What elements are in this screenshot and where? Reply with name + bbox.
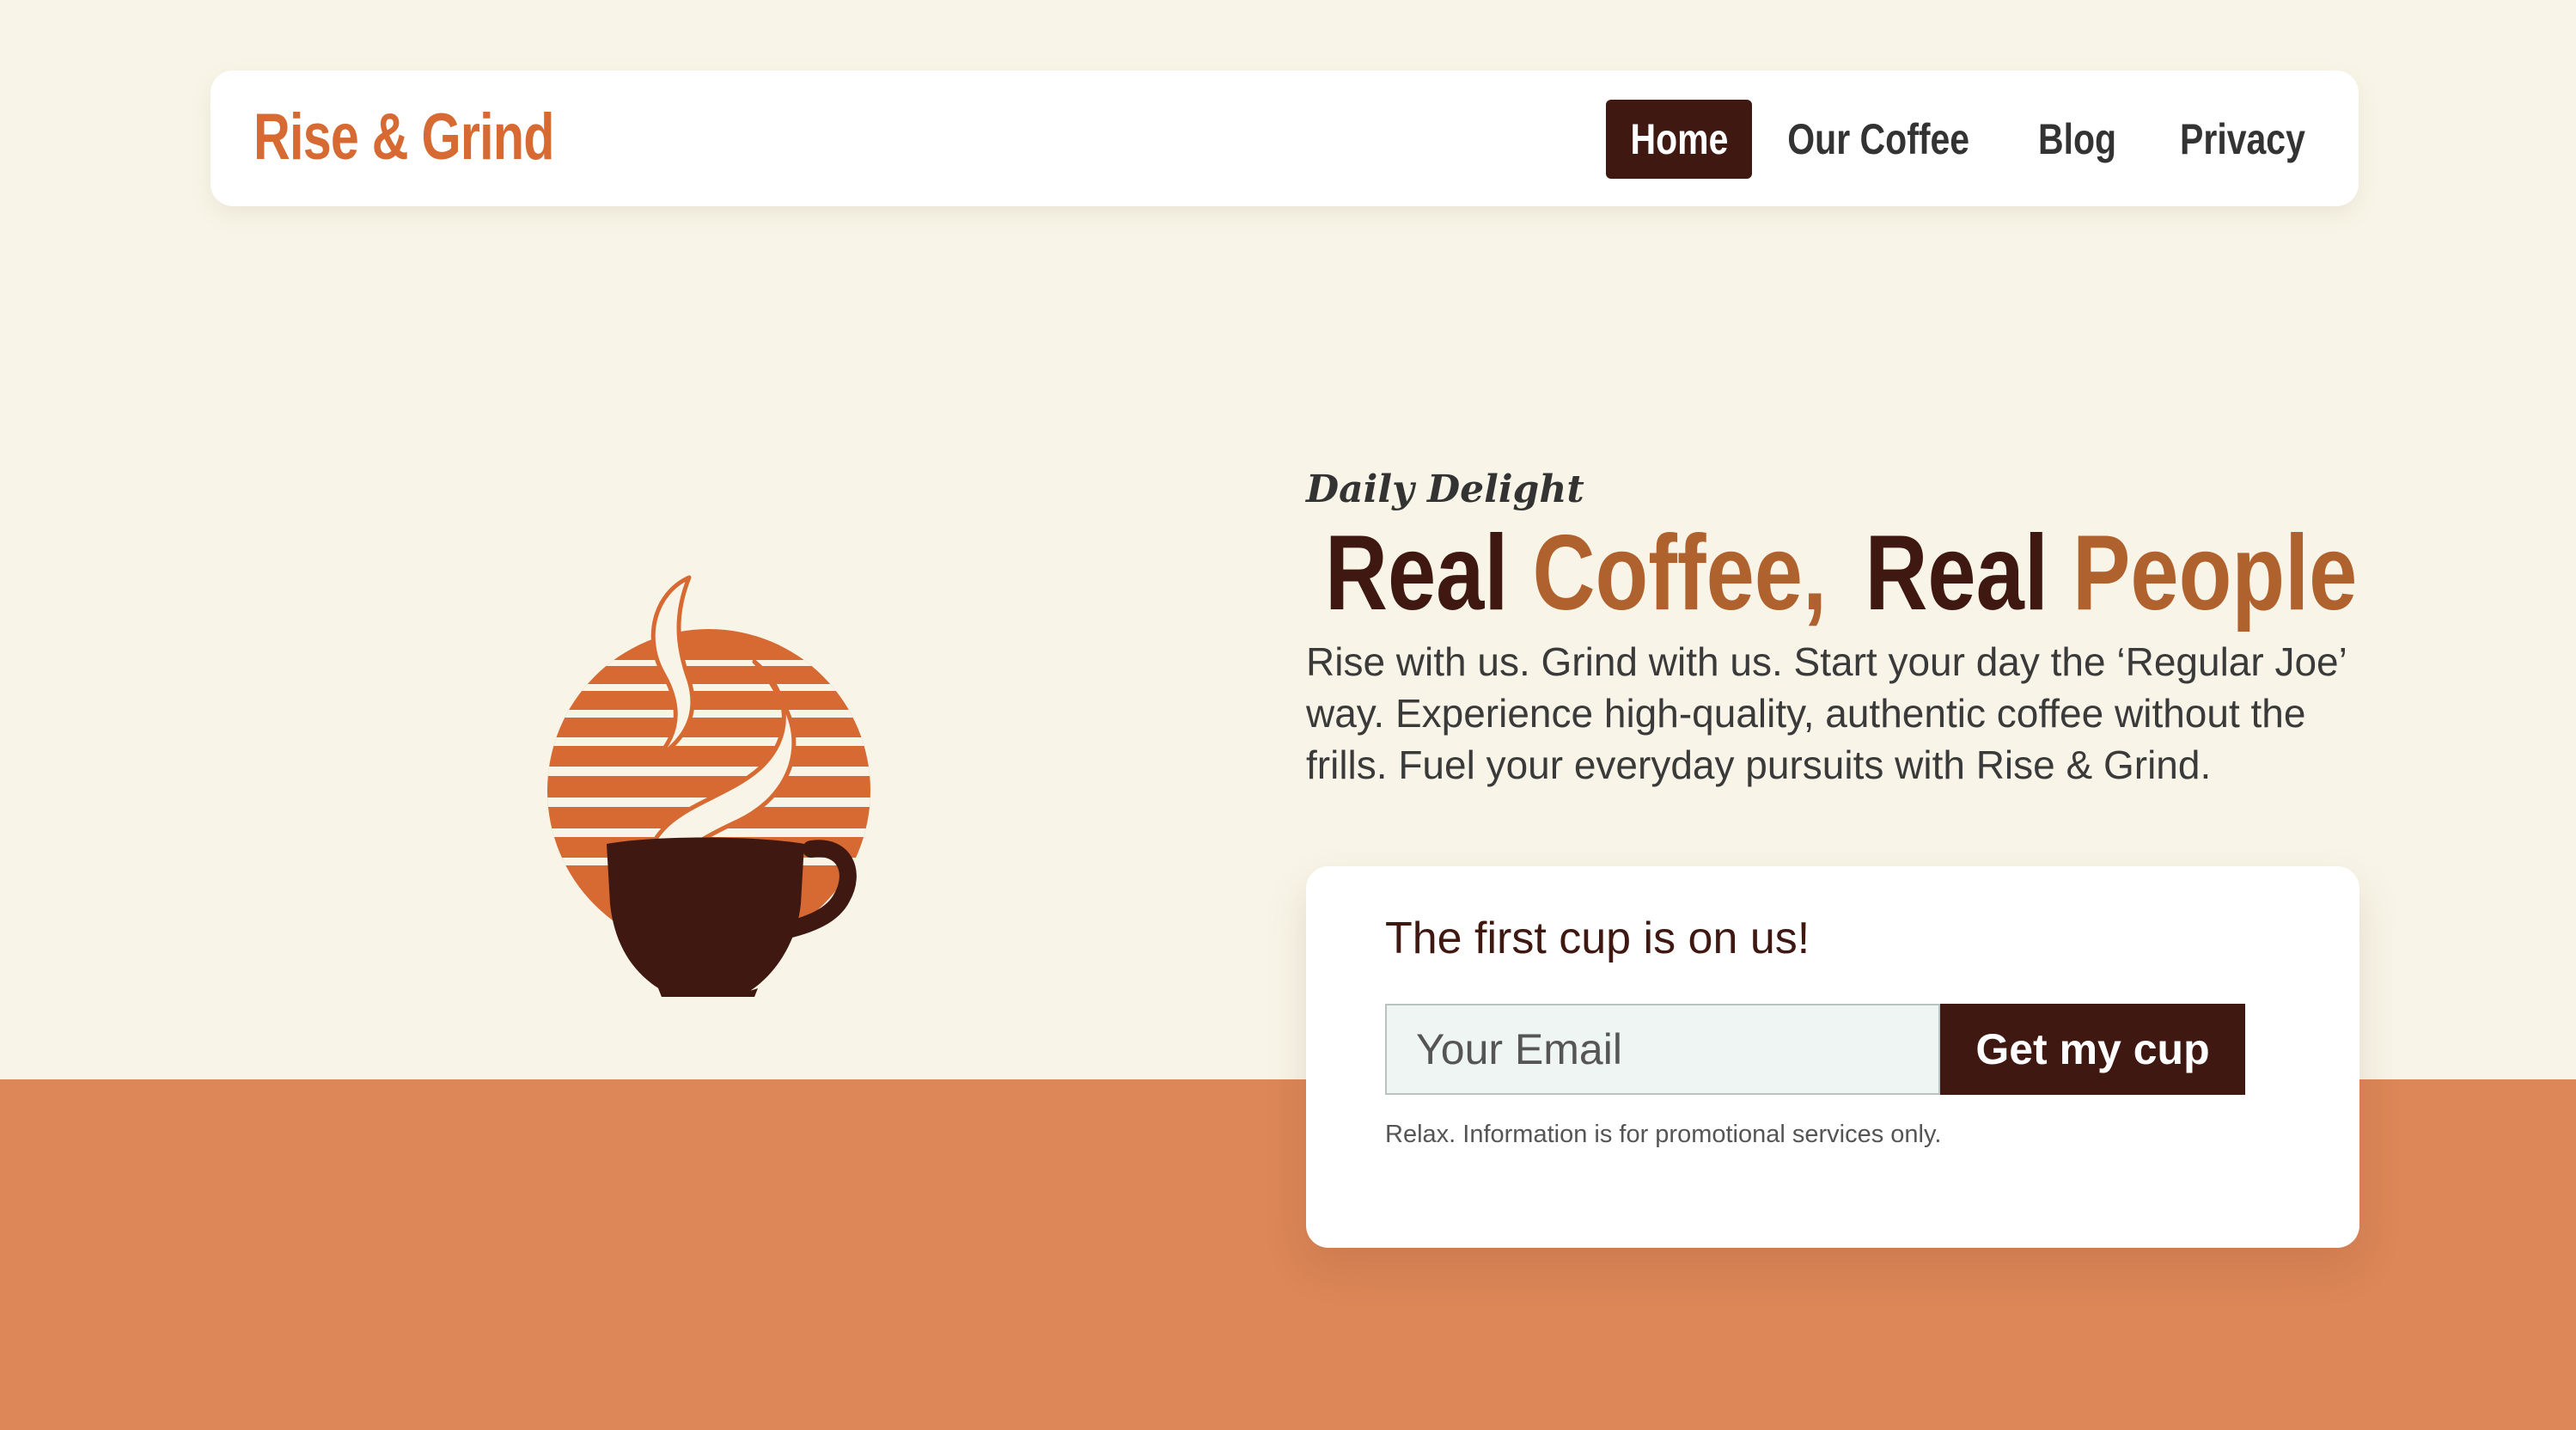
- signup-form: Get my cup: [1385, 1004, 2279, 1095]
- privacy-note: Relax. Information is for promotional se…: [1385, 1121, 1942, 1148]
- get-my-cup-button[interactable]: Get my cup: [1940, 1004, 2245, 1095]
- nav-item-blog[interactable]: Blog: [2013, 100, 2142, 179]
- hero-section: Daily Delight Real Coffee, Real People R…: [1306, 464, 2372, 791]
- nav-item-home[interactable]: Home: [1606, 100, 1752, 179]
- brand-logo-text[interactable]: Rise & Grind: [253, 91, 554, 184]
- hero-description: Rise with us. Grind with us. Start your …: [1306, 639, 2347, 787]
- navbar: Rise & Grind Home Our Coffee Blog Privac…: [211, 70, 2359, 206]
- headline-word-coffee: Coffee,: [1532, 514, 1828, 632]
- nav-item-our-coffee[interactable]: Our Coffee: [1762, 100, 1994, 179]
- signup-title: The first cup is on us!: [1385, 914, 1810, 963]
- nav-links: Home Our Coffee Blog Privacy: [1606, 100, 2324, 179]
- hero-kicker: Daily Delight: [1306, 468, 1584, 511]
- hero-headline: Real Coffee, Real People: [1325, 514, 2357, 632]
- headline-word-people: People: [2072, 514, 2358, 632]
- headline-word-real: Real: [1325, 514, 1509, 632]
- headline-word-real: Real: [1865, 514, 2048, 632]
- signup-card: The first cup is on us! Get my cup Relax…: [1306, 866, 2359, 1248]
- email-input[interactable]: [1385, 1004, 1940, 1095]
- coffee-cup-sunrise-icon: [533, 567, 894, 1014]
- nav-item-privacy[interactable]: Privacy: [2161, 100, 2324, 179]
